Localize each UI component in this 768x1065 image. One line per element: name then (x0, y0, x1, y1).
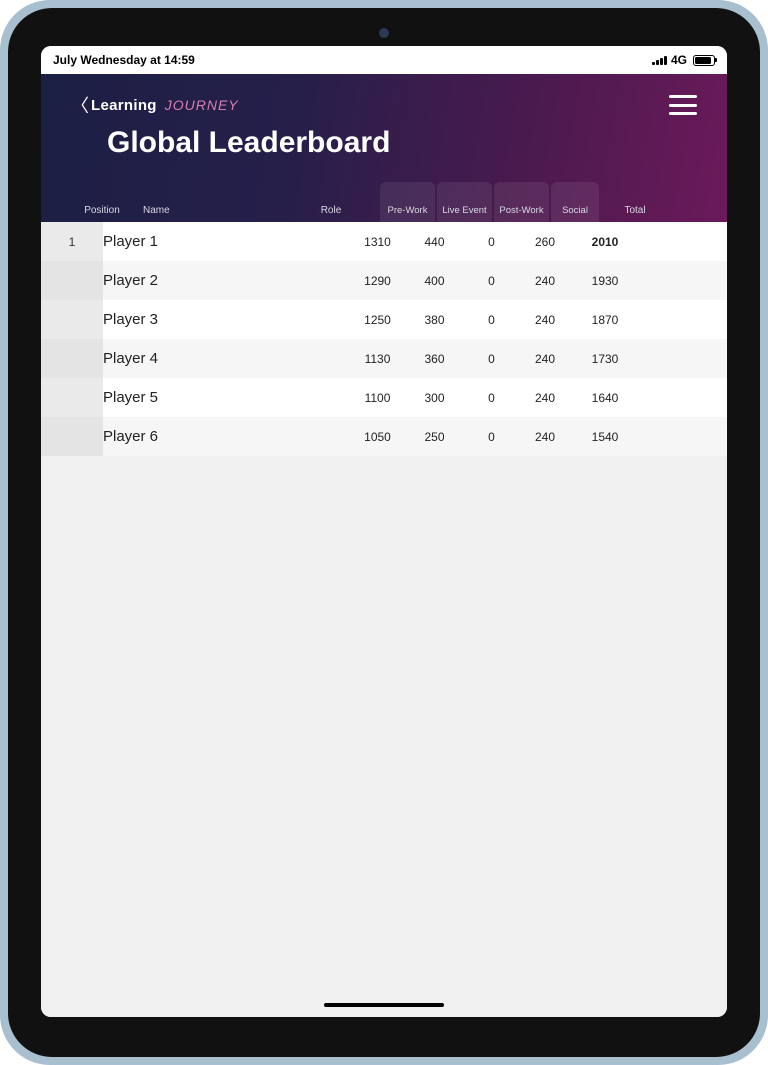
cell-liveevent: 380 (406, 313, 463, 327)
cell-postwork: 0 (463, 313, 520, 327)
cell-liveevent: 300 (406, 391, 463, 405)
cell-postwork: 0 (463, 391, 520, 405)
home-indicator[interactable] (324, 1003, 444, 1007)
brand-learning: Learning (91, 97, 157, 114)
col-prework[interactable]: Pre-Work (380, 182, 435, 222)
cell-postwork: 0 (463, 235, 520, 249)
cell-postwork: 0 (463, 274, 520, 288)
table-row[interactable]: Player 3 125038002401870 (41, 300, 727, 339)
cell-liveevent: 360 (406, 352, 463, 366)
cell-postwork: 0 (463, 430, 520, 444)
table-row[interactable]: Player 2 129040002401930 (41, 261, 727, 300)
cell-prework: 1050 (349, 430, 406, 444)
col-name[interactable]: Name (133, 205, 283, 222)
cell-name: Player 6 (103, 428, 253, 445)
brand[interactable]: 〈 Learning JOURNEY (71, 92, 239, 118)
cell-name: Player 4 (103, 350, 253, 367)
signal-icon (652, 55, 667, 65)
table-row[interactable]: Player 6 105025002401540 (41, 417, 727, 456)
cell-social: 240 (520, 352, 570, 366)
cell-position (41, 261, 103, 300)
screen: July Wednesday at 14:59 4G 〈 Learnin (41, 46, 727, 1017)
cell-total: 1870 (570, 313, 640, 327)
col-role[interactable]: Role (283, 205, 379, 222)
cell-social: 240 (520, 430, 570, 444)
cell-position (41, 378, 103, 417)
col-position[interactable]: Position (71, 205, 133, 222)
back-chevron-icon[interactable]: 〈 (71, 92, 89, 118)
battery-icon (693, 55, 715, 66)
status-right: 4G (652, 53, 715, 67)
cell-liveevent: 440 (406, 235, 463, 249)
leaderboard-table[interactable]: 1Player 1131044002602010Player 212904000… (41, 222, 727, 1017)
cell-liveevent: 400 (406, 274, 463, 288)
cell-position (41, 417, 103, 456)
cell-social: 240 (520, 274, 570, 288)
col-social[interactable]: Social (551, 182, 599, 222)
status-datetime: July Wednesday at 14:59 (53, 53, 195, 67)
cell-liveevent: 250 (406, 430, 463, 444)
cell-name: Player 5 (103, 389, 253, 406)
cell-total: 1730 (570, 352, 640, 366)
table-row[interactable]: 1Player 1 131044002602010 (41, 222, 727, 261)
cell-position (41, 339, 103, 378)
ipad-bezel: July Wednesday at 14:59 4G 〈 Learnin (8, 8, 760, 1057)
table-header-row: Position Name Role Pre-Work Live Event P… (71, 178, 697, 222)
cell-prework: 1310 (349, 235, 406, 249)
col-postwork[interactable]: Post-Work (494, 182, 549, 222)
status-bar: July Wednesday at 14:59 4G (41, 46, 727, 74)
hamburger-icon (669, 95, 697, 98)
col-total[interactable]: Total (600, 205, 670, 222)
col-liveevent[interactable]: Live Event (437, 182, 492, 222)
cell-prework: 1250 (349, 313, 406, 327)
cell-social: 240 (520, 391, 570, 405)
cell-name: Player 2 (103, 272, 253, 289)
camera-dot (379, 28, 389, 38)
cell-position (41, 300, 103, 339)
cell-name: Player 1 (103, 233, 253, 250)
cell-prework: 1290 (349, 274, 406, 288)
cell-prework: 1130 (349, 352, 406, 366)
page-title: Global Leaderboard (107, 126, 697, 160)
app-header: 〈 Learning JOURNEY Global Leaderboard Po… (41, 74, 727, 222)
cell-total: 2010 (570, 235, 640, 249)
cell-total: 1930 (570, 274, 640, 288)
cell-name: Player 3 (103, 311, 253, 328)
cell-total: 1540 (570, 430, 640, 444)
brand-journey: JOURNEY (165, 97, 239, 113)
table-row[interactable]: Player 4 113036002401730 (41, 339, 727, 378)
cell-social: 240 (520, 313, 570, 327)
cell-position: 1 (41, 222, 103, 261)
cell-social: 260 (520, 235, 570, 249)
table-row[interactable]: Player 5 110030002401640 (41, 378, 727, 417)
cell-total: 1640 (570, 391, 640, 405)
cell-prework: 1100 (349, 391, 406, 405)
ipad-frame: July Wednesday at 14:59 4G 〈 Learnin (0, 0, 768, 1065)
network-label: 4G (671, 53, 687, 67)
menu-button[interactable] (669, 95, 697, 115)
cell-postwork: 0 (463, 352, 520, 366)
